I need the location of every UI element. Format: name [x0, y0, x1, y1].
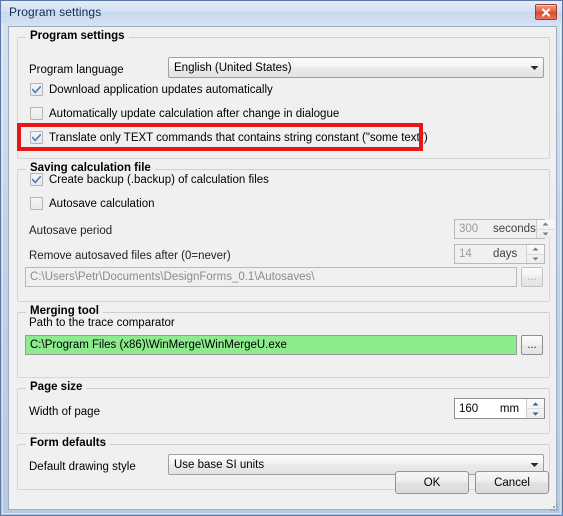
- spinner-down-icon[interactable]: [527, 409, 544, 418]
- spinner-up-icon[interactable]: [527, 399, 544, 409]
- spinner-up-icon[interactable]: [527, 245, 544, 255]
- autosave-period-label: Autosave period: [29, 225, 113, 237]
- checkbox-box: [30, 173, 43, 186]
- cancel-button[interactable]: Cancel: [475, 471, 549, 494]
- resize-grip[interactable]: [548, 501, 560, 513]
- remove-autosaved-spinner[interactable]: 14 days: [454, 244, 545, 264]
- chevron-down-icon: [526, 65, 543, 71]
- autosave-path-input[interactable]: C:\Users\Petr\Documents\DesignForms_0.1\…: [25, 267, 517, 287]
- checkbox-autosave-calculation[interactable]: Autosave calculation: [30, 197, 154, 210]
- program-language-value: English (United States): [174, 61, 292, 74]
- autosave-path-browse-button[interactable]: ...: [521, 267, 543, 287]
- group-title-merging-tool: Merging tool: [26, 305, 103, 317]
- checkbox-box: [30, 107, 43, 120]
- default-drawing-style-label: Default drawing style: [29, 461, 136, 473]
- trace-comparator-path-label: Path to the trace comparator: [29, 317, 175, 329]
- checkbox-box: [30, 131, 43, 144]
- checkbox-download-updates[interactable]: Download application updates automatical…: [30, 83, 273, 96]
- checkbox-label: Translate only TEXT commands that contai…: [49, 131, 428, 144]
- window-title: Program settings: [9, 5, 102, 19]
- group-title-program-settings: Program settings: [26, 30, 129, 42]
- width-of-page-value: 160: [459, 402, 479, 415]
- program-language-label: Program language: [29, 64, 124, 76]
- ok-button[interactable]: OK: [395, 471, 469, 494]
- default-drawing-style-value: Use base SI units: [174, 458, 265, 471]
- title-bar[interactable]: Program settings: [1, 1, 562, 23]
- trace-comparator-browse-button[interactable]: ...: [521, 335, 543, 355]
- spinner-up-icon[interactable]: [536, 220, 554, 230]
- checkbox-box: [30, 197, 43, 210]
- program-language-combo[interactable]: English (United States): [168, 57, 544, 78]
- checkbox-label: Autosave calculation: [49, 197, 155, 210]
- close-icon[interactable]: [535, 4, 557, 20]
- group-title-form-defaults: Form defaults: [26, 437, 111, 449]
- dialog-client-area: Program settings Program language Englis…: [8, 26, 557, 510]
- remove-autosaved-unit: days: [493, 248, 518, 260]
- width-of-page-spinner[interactable]: 160 mm: [454, 398, 545, 419]
- trace-comparator-path-input[interactable]: C:\Program Files (x86)\WinMerge\WinMerge…: [25, 335, 517, 355]
- checkbox-auto-update-calculation[interactable]: Automatically update calculation after c…: [30, 107, 339, 120]
- group-title-page-size: Page size: [26, 381, 87, 393]
- width-of-page-unit: mm: [499, 402, 520, 415]
- spinner-buttons[interactable]: [526, 399, 544, 418]
- checkbox-box: [30, 83, 43, 96]
- autosave-period-spinner[interactable]: 300 seconds: [454, 219, 554, 239]
- autosave-period-unit: seconds: [493, 223, 536, 235]
- width-of-page-label: Width of page: [29, 406, 100, 418]
- checkbox-label: Download application updates automatical…: [49, 83, 273, 96]
- remove-autosaved-value: 14: [459, 248, 472, 260]
- program-settings-window: Program settings Program settings Progra…: [0, 0, 563, 516]
- autosave-period-value: 300: [459, 223, 479, 235]
- spinner-down-icon[interactable]: [527, 255, 544, 264]
- checkbox-label: Create backup (.backup) of calculation f…: [49, 173, 269, 186]
- remove-autosaved-label: Remove autosaved files after (0=never): [29, 250, 231, 262]
- chevron-down-icon: [526, 462, 543, 468]
- spinner-down-icon[interactable]: [537, 230, 554, 239]
- spinner-buttons[interactable]: [526, 245, 544, 263]
- checkbox-label: Automatically update calculation after c…: [49, 107, 340, 120]
- checkbox-translate-text-commands[interactable]: Translate only TEXT commands that contai…: [30, 131, 428, 144]
- checkbox-create-backup[interactable]: Create backup (.backup) of calculation f…: [30, 173, 269, 186]
- spinner-buttons[interactable]: [535, 220, 554, 239]
